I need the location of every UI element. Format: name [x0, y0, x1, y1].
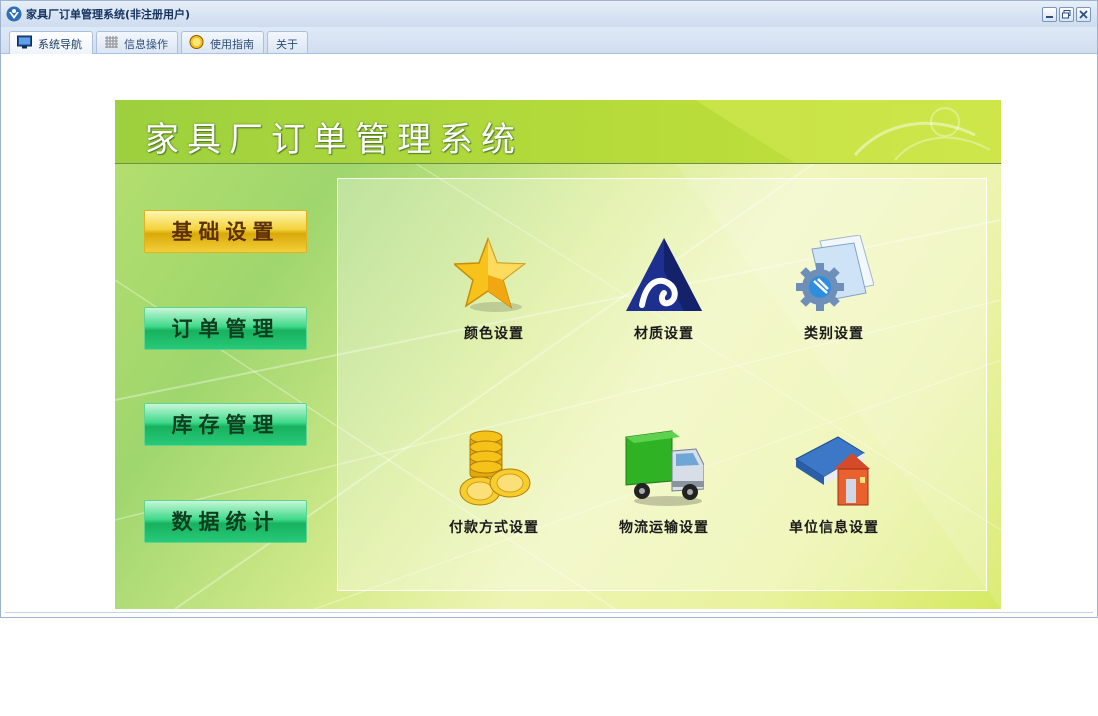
window-title: 家具厂订单管理系统(非注册用户)	[26, 8, 191, 21]
category-settings-item[interactable]: 类别设置	[759, 235, 909, 355]
item-label: 付款方式设置	[449, 520, 539, 536]
tab-strip: 系统导航 信息操作 使用指南 关于	[1, 27, 1097, 54]
nav-order-management-button[interactable]: 订单管理	[144, 307, 307, 350]
page-title: 家具厂订单管理系统	[145, 120, 523, 160]
grid-icon	[105, 36, 118, 48]
nav-inventory-management-button[interactable]: 库存管理	[144, 403, 307, 446]
nav-button-label: 基础设置	[171, 219, 280, 244]
payment-method-settings-item[interactable]: 付款方式设置	[419, 429, 569, 549]
triangle-logo-icon	[626, 238, 702, 311]
tab-about[interactable]: 关于	[267, 31, 308, 53]
tab-info-ops[interactable]: 信息操作	[96, 31, 178, 53]
color-settings-item[interactable]: 颜色设置	[419, 235, 569, 355]
gold-coins-icon	[459, 430, 531, 506]
truck-icon	[625, 430, 704, 506]
tab-label: 关于	[276, 38, 298, 51]
material-settings-item[interactable]: 材质设置	[589, 235, 739, 355]
logistics-settings-item[interactable]: 物流运输设置	[589, 429, 739, 549]
minimize-button[interactable]	[1042, 7, 1057, 22]
monitor-icon	[17, 35, 32, 49]
close-icon	[1079, 10, 1088, 19]
help-icon	[189, 35, 204, 49]
tab-system-nav[interactable]: 系统导航	[9, 31, 93, 54]
nav-basic-settings-button[interactable]: 基础设置	[144, 210, 307, 253]
restore-icon	[1062, 10, 1071, 19]
item-label: 单位信息设置	[789, 520, 879, 536]
item-label: 物流运输设置	[619, 520, 709, 536]
nav-data-statistics-button[interactable]: 数据统计	[144, 500, 307, 543]
item-label: 材质设置	[634, 326, 694, 342]
close-button[interactable]	[1076, 7, 1091, 22]
title-bar[interactable]: 家具厂订单管理系统(非注册用户)	[1, 1, 1097, 27]
nav-button-label: 订单管理	[171, 316, 280, 341]
gear-folder-icon	[796, 235, 874, 311]
tab-label: 系统导航	[38, 38, 82, 51]
item-label: 颜色设置	[464, 326, 524, 342]
tab-label: 信息操作	[124, 38, 168, 51]
company-info-settings-item[interactable]: 单位信息设置	[759, 429, 909, 549]
header-decoration	[695, 100, 1001, 163]
building-book-icon	[795, 436, 870, 506]
settings-grid: 颜色设置 材质设置 类别设置 付款方式设置 物流运输设置 单位信息设置	[337, 178, 987, 591]
main-panel: 家具厂订单管理系统 基础设置 订单管理 库存管理 数据统计 颜色设置 材质设置 …	[115, 100, 1001, 609]
minimize-icon	[1046, 16, 1053, 18]
content-divider	[5, 612, 1093, 613]
restore-button[interactable]	[1059, 7, 1074, 22]
nav-button-label: 库存管理	[171, 412, 280, 437]
app-logo-icon	[6, 6, 22, 22]
item-label: 类别设置	[804, 326, 864, 342]
tab-user-guide[interactable]: 使用指南	[181, 31, 264, 53]
nav-button-label: 数据统计	[171, 509, 280, 534]
panel-header: 家具厂订单管理系统	[115, 100, 1001, 164]
star-icon	[454, 236, 527, 312]
tab-label: 使用指南	[210, 38, 254, 51]
